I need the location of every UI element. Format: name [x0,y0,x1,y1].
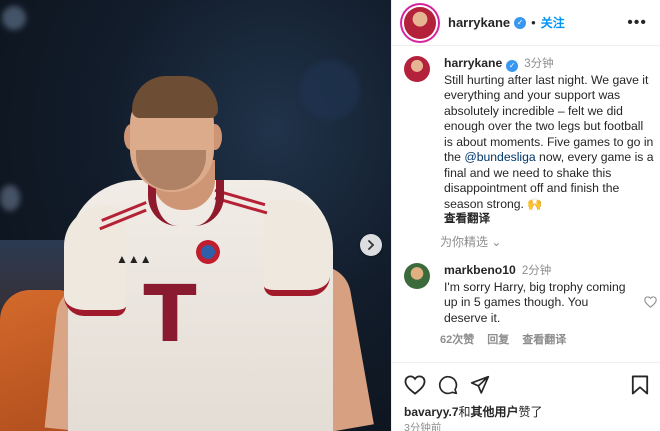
comment-text: I'm sorry Harry, big trophy coming up in… [444,279,626,325]
translate-caption-link[interactable]: 查看翻译 [444,212,654,228]
translate-comment-link[interactable]: 查看翻译 [522,331,566,347]
caption-username[interactable]: harrykane [444,56,502,70]
reply-button[interactable]: 回复 [487,331,509,347]
liked-by-user[interactable]: bavaryy.7 [404,405,459,419]
bokeh-light [0,185,20,211]
sponsor-logo: T [143,270,197,360]
post-caption: harrykane ✓ 3分钟 Still hurting after last n… [404,56,654,228]
separator-dot: • [531,15,536,30]
caption-text: harrykane ✓ 3分钟 Still hurting after last n… [444,56,654,228]
follow-button[interactable]: 关注 [541,14,565,31]
avatar[interactable] [404,6,436,39]
post-image[interactable]: ▲▲▲ T [0,0,391,431]
liked-by-others[interactable]: 其他用户 [471,405,519,419]
verified-badge-icon: ✓ [514,16,527,29]
caption-time: 3分钟 [524,58,554,70]
action-bar: bavaryy.7和其他用户赞了 3分钟前 [392,362,660,431]
author-username[interactable]: harrykane [448,15,510,30]
share-send-icon[interactable] [470,375,490,395]
liked-by-suffix: 赞了 [518,405,543,419]
comment-item: markbeno10 2分钟 I'm sorry Harry, big troph… [404,263,657,326]
like-heart-icon[interactable] [404,375,426,395]
comment-time: 2分钟 [521,265,552,277]
comment-body: markbeno10 2分钟 I'm sorry Harry, big troph… [444,263,630,326]
post-detail-panel: harrykane ✓ • 关注 ••• harrykane ✓ 3分钟 Still… [391,0,660,431]
more-options-icon[interactable]: ••• [627,14,647,32]
next-image-button[interactable] [360,234,382,256]
verified-badge-icon: ✓ [506,60,519,72]
kit-brand-icon: ▲▲▲ [116,252,152,266]
bokeh-light [300,60,360,120]
comment-likes-count[interactable]: 62次赞 [440,331,474,347]
comment-bubble-icon[interactable] [438,375,458,395]
player-sleeve [264,200,330,296]
avatar[interactable] [404,263,430,289]
bookmark-save-icon[interactable] [631,375,649,395]
liked-by-mid: 和 [458,405,471,419]
player-hair [132,76,218,118]
post-header: harrykane ✓ • 关注 ••• [392,0,660,46]
for-you-label[interactable]: 为你精选 ⌄ [440,233,501,250]
comment-meta: 62次赞 回复 查看翻译 [440,331,566,347]
avatar[interactable] [404,56,430,82]
liked-by-summary: bavaryy.7和其他用户赞了 [404,403,543,420]
chevron-right-icon [368,240,375,250]
like-comment-heart-icon[interactable] [644,296,657,308]
mention-link[interactable]: @bundesliga [464,150,535,164]
comment-username[interactable]: markbeno10 [444,263,516,277]
bokeh-light [2,6,26,30]
club-crest-icon [196,240,220,264]
post-timestamp[interactable]: 3分钟前 [404,420,441,431]
